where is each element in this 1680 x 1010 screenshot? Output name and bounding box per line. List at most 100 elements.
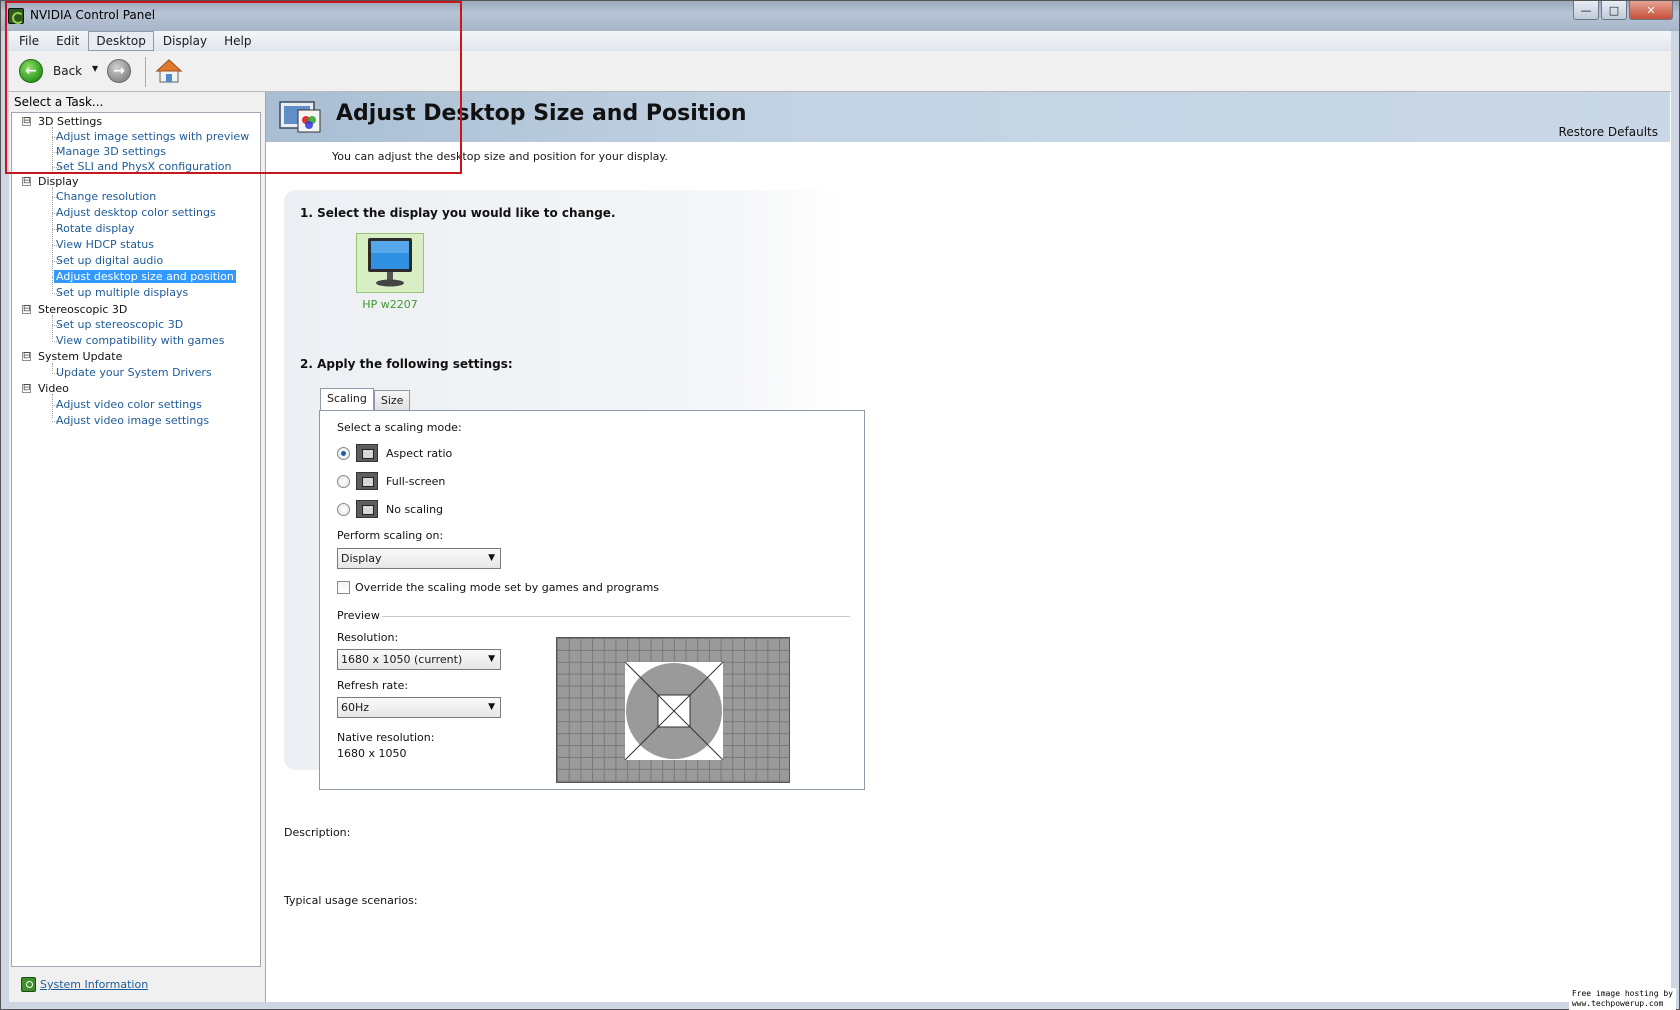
back-history-dropdown-icon[interactable]: ▼ bbox=[92, 64, 98, 73]
scaling-mode-label: Select a scaling mode: bbox=[337, 421, 462, 434]
nvidia-logo-icon bbox=[8, 8, 24, 24]
category-label: 3D Settings bbox=[38, 115, 103, 128]
tree-category-stereoscopic-3d[interactable]: ⊟ Stereoscopic 3D bbox=[12, 302, 260, 318]
aspect-ratio-label[interactable]: Aspect ratio bbox=[386, 447, 452, 460]
tree-task-desktop-size-position[interactable]: Adjust desktop size and position bbox=[12, 269, 260, 285]
tab-size[interactable]: Size bbox=[373, 390, 411, 410]
refresh-rate-label: Refresh rate: bbox=[337, 679, 409, 692]
page-title: Adjust Desktop Size and Position bbox=[336, 101, 747, 126]
tree-task-rotate-display[interactable]: Rotate display bbox=[12, 221, 260, 237]
collapse-icon[interactable]: ⊟ bbox=[22, 352, 31, 361]
restore-defaults-link[interactable]: Restore Defaults bbox=[1559, 125, 1658, 139]
task-label[interactable]: Set up stereoscopic 3D bbox=[54, 318, 185, 331]
radio-full-screen[interactable] bbox=[337, 475, 350, 488]
task-label[interactable]: Adjust desktop color settings bbox=[54, 206, 218, 219]
system-information[interactable]: System Information bbox=[21, 977, 148, 992]
task-label[interactable]: Set SLI and PhysX configuration bbox=[54, 160, 233, 173]
menu-display[interactable]: Display bbox=[155, 31, 215, 51]
collapse-icon[interactable]: ⊟ bbox=[22, 117, 31, 126]
system-information-link[interactable]: System Information bbox=[40, 978, 148, 991]
tree-task-manage-3d-settings[interactable]: Manage 3D settings bbox=[12, 144, 260, 160]
task-label[interactable]: Adjust video color settings bbox=[54, 398, 204, 411]
tree-task-digital-audio[interactable]: Set up digital audio bbox=[12, 253, 260, 269]
menu-edit[interactable]: Edit bbox=[48, 31, 87, 51]
chevron-down-icon: ▼ bbox=[488, 654, 495, 664]
watermark: Free image hosting by www.techpowerup.co… bbox=[1568, 988, 1676, 1010]
forward-arrow-icon[interactable]: → bbox=[107, 59, 131, 83]
tree-task-update-drivers[interactable]: Update your System Drivers bbox=[12, 365, 260, 381]
no-scaling-label[interactable]: No scaling bbox=[386, 503, 443, 516]
task-label[interactable]: View compatibility with games bbox=[54, 334, 226, 347]
menu-desktop[interactable]: Desktop bbox=[88, 31, 154, 51]
tree-category-video[interactable]: ⊟ Video bbox=[12, 381, 260, 397]
task-label[interactable]: Rotate display bbox=[54, 222, 137, 235]
step1-heading: 1. Select the display you would like to … bbox=[300, 206, 616, 220]
task-label[interactable]: Change resolution bbox=[54, 190, 158, 203]
collapse-icon[interactable]: ⊟ bbox=[22, 384, 31, 393]
native-resolution-value: 1680 x 1050 bbox=[337, 747, 407, 760]
tree-task-multiple-displays[interactable]: Set up multiple displays bbox=[12, 285, 260, 301]
tree-task-compatibility-games[interactable]: View compatibility with games bbox=[12, 333, 260, 349]
refresh-rate-value: 60Hz bbox=[341, 701, 370, 714]
resolution-label: Resolution: bbox=[337, 631, 399, 644]
task-label[interactable]: Adjust desktop size and position bbox=[54, 270, 236, 283]
tree-task-sli-physx[interactable]: Set SLI and PhysX configuration bbox=[12, 159, 260, 175]
task-label[interactable]: Set up digital audio bbox=[54, 254, 165, 267]
preview-divider bbox=[382, 616, 850, 617]
tree-category-display[interactable]: ⊟ Display bbox=[12, 174, 260, 190]
menu-file[interactable]: File bbox=[11, 31, 47, 51]
tree-task-desktop-color[interactable]: Adjust desktop color settings bbox=[12, 205, 260, 221]
close-button[interactable]: ✕ bbox=[1629, 1, 1673, 20]
menu-help[interactable]: Help bbox=[216, 31, 259, 51]
main-content: Adjust Desktop Size and Position Restore… bbox=[265, 92, 1671, 1002]
tree-category-system-update[interactable]: ⊟ System Update bbox=[12, 349, 260, 365]
category-label: Display bbox=[38, 175, 79, 188]
refresh-rate-select[interactable]: 60Hz ▼ bbox=[337, 697, 501, 718]
collapse-icon[interactable]: ⊟ bbox=[22, 177, 31, 186]
task-tree: ⊟ 3D Settings Adjust image settings with… bbox=[11, 112, 261, 967]
scaling-preview bbox=[556, 637, 790, 783]
resolution-value: 1680 x 1050 (current) bbox=[341, 653, 463, 666]
maximize-button[interactable]: □ bbox=[1601, 1, 1627, 20]
radio-aspect-ratio[interactable] bbox=[337, 447, 350, 460]
task-label[interactable]: Update your System Drivers bbox=[54, 366, 214, 379]
back-arrow-icon[interactable]: ← bbox=[19, 59, 43, 83]
no-scaling-icon bbox=[356, 500, 378, 518]
task-label[interactable]: Manage 3D settings bbox=[54, 145, 168, 158]
tree-task-video-color[interactable]: Adjust video color settings bbox=[12, 397, 260, 413]
minimize-button[interactable]: — bbox=[1573, 1, 1599, 20]
title-bar: NVIDIA Control Panel — □ ✕ bbox=[1, 1, 1679, 31]
tree-task-video-image[interactable]: Adjust video image settings bbox=[12, 413, 260, 429]
tree-task-change-resolution[interactable]: Change resolution bbox=[12, 189, 260, 205]
override-scaling-label[interactable]: Override the scaling mode set by games a… bbox=[355, 581, 659, 594]
display-name-label: HP w2207 bbox=[362, 298, 418, 311]
tree-task-adjust-image-settings[interactable]: Adjust image settings with preview bbox=[12, 129, 260, 145]
window-title: NVIDIA Control Panel bbox=[30, 8, 156, 22]
menu-bar: File Edit Desktop Display Help bbox=[9, 31, 1671, 51]
task-label[interactable]: View HDCP status bbox=[54, 238, 156, 251]
task-label[interactable]: Adjust image settings with preview bbox=[54, 130, 251, 143]
task-label[interactable]: Adjust video image settings bbox=[54, 414, 211, 427]
tab-scaling[interactable]: Scaling bbox=[320, 388, 374, 410]
collapse-icon[interactable]: ⊟ bbox=[22, 305, 31, 314]
full-screen-label[interactable]: Full-screen bbox=[386, 475, 445, 488]
display-selector-hp-w2207[interactable] bbox=[356, 233, 424, 293]
task-label[interactable]: Set up multiple displays bbox=[54, 286, 190, 299]
perform-scaling-select[interactable]: Display ▼ bbox=[337, 548, 501, 569]
page-description: You can adjust the desktop size and posi… bbox=[332, 150, 668, 163]
tree-category-3d-settings[interactable]: ⊟ 3D Settings bbox=[12, 114, 260, 130]
full-screen-icon bbox=[356, 472, 378, 490]
watermark-line1: Free image hosting by bbox=[1571, 989, 1673, 998]
category-label: Stereoscopic 3D bbox=[38, 303, 128, 316]
resolution-select[interactable]: 1680 x 1050 (current) ▼ bbox=[337, 649, 501, 670]
step2-heading: 2. Apply the following settings: bbox=[300, 357, 513, 371]
back-button[interactable]: Back bbox=[53, 64, 82, 78]
tree-task-setup-stereoscopic[interactable]: Set up stereoscopic 3D bbox=[12, 317, 260, 333]
override-scaling-checkbox[interactable] bbox=[337, 581, 350, 594]
native-resolution-label: Native resolution: bbox=[337, 731, 435, 744]
radio-no-scaling[interactable] bbox=[337, 503, 350, 516]
nvidia-control-panel-window: NVIDIA Control Panel — □ ✕ File Edit Des… bbox=[0, 0, 1680, 1010]
home-icon[interactable] bbox=[155, 58, 183, 84]
tree-task-hdcp-status[interactable]: View HDCP status bbox=[12, 237, 260, 253]
settings-tabs: Scaling Size bbox=[320, 388, 411, 410]
